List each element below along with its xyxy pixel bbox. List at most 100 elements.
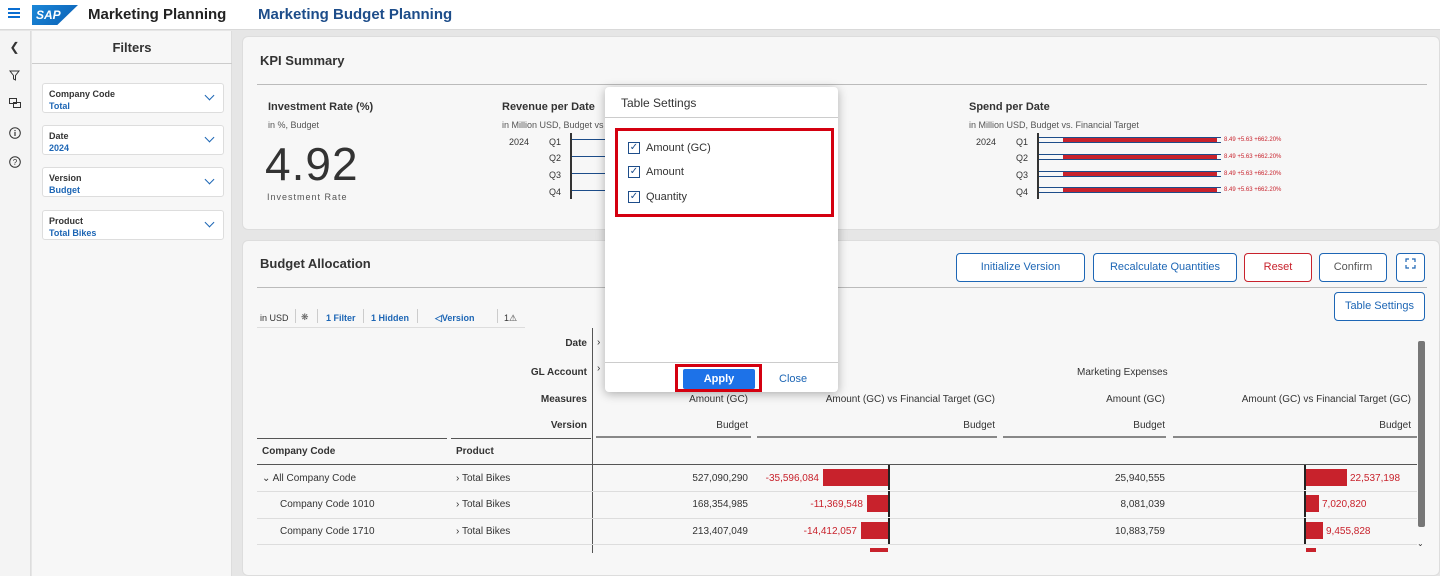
warning-count[interactable]: 1⚠ — [504, 313, 517, 324]
close-button[interactable]: Close — [779, 373, 807, 385]
spend-bar-label: 8.49 +5.63 +662.20% — [1224, 171, 1282, 177]
filter-value: Budget — [49, 185, 80, 195]
filter-value: 2024 — [49, 143, 70, 153]
revenue-q1-label: Q1 — [549, 137, 562, 147]
divider — [451, 438, 591, 439]
spend-q1-label: Q1 — [1016, 137, 1029, 147]
axis-line — [888, 465, 890, 490]
reset-button[interactable]: Reset — [1244, 253, 1312, 282]
menu-icon[interactable] — [8, 8, 20, 18]
page-title: Marketing Budget Planning — [258, 6, 453, 23]
value-cell[interactable]: 527,090,290 — [623, 473, 748, 484]
warning-icon: ⚠ — [509, 313, 518, 323]
filter-date[interactable]: Date 2024 — [42, 125, 224, 155]
table-row[interactable]: ⌄ All Company Code — [262, 473, 356, 484]
divider — [317, 309, 318, 323]
comments-icon[interactable] — [8, 98, 21, 111]
divider — [257, 327, 525, 328]
variance-cell[interactable]: 9,455,828 — [1326, 526, 1371, 537]
filter-product[interactable]: Product Total Bikes — [42, 210, 224, 240]
expand-icon — [1405, 258, 1416, 269]
chevron-right-icon[interactable]: › — [456, 499, 459, 510]
chevron-down-icon[interactable]: ⌄ — [262, 473, 270, 484]
divider — [596, 436, 751, 438]
spend-subtitle: in Million USD, Budget vs. Financial Tar… — [969, 120, 1139, 130]
filter-version[interactable]: Version Budget — [42, 167, 224, 197]
col-measure-3: Amount (GC) — [1106, 394, 1165, 405]
option-label: Amount (GC) — [646, 142, 711, 154]
product-cell-wrap[interactable]: › Total Bikes — [456, 473, 510, 484]
hidden-count-link[interactable]: 1 Hidden — [371, 313, 409, 323]
confirm-button[interactable]: Confirm — [1319, 253, 1387, 282]
spend-bar-q2 — [1039, 154, 1221, 160]
checkbox-amount[interactable]: ✓ — [628, 166, 640, 178]
product-cell-wrap[interactable]: › Total Bikes — [456, 526, 510, 537]
side-rail: ❮ ? — [0, 31, 31, 576]
dim-measures-label: Measures — [540, 394, 587, 405]
fullscreen-button[interactable] — [1396, 253, 1425, 282]
filter-label: Company Code — [49, 89, 116, 99]
value-cell[interactable]: 168,354,985 — [623, 499, 748, 510]
value-cell[interactable]: 10,883,759 — [1023, 526, 1165, 537]
chevron-right-icon[interactable]: › — [456, 526, 459, 537]
col-gl-marketing-expenses: Marketing Expenses — [1077, 367, 1168, 378]
recalculate-quantities-button[interactable]: Recalculate Quantities — [1093, 253, 1237, 282]
chevron-right-icon[interactable]: › — [597, 337, 600, 348]
variance-cell[interactable]: -14,412,057 — [757, 526, 857, 537]
chevron-down-icon[interactable] — [204, 217, 215, 228]
checkbox-quantity[interactable]: ✓ — [628, 191, 640, 203]
filter-company-code[interactable]: Company Code Total — [42, 83, 224, 113]
revenue-bar — [572, 173, 606, 174]
col-version-3: Budget — [1133, 420, 1165, 431]
value-cell[interactable]: 8,081,039 — [1023, 499, 1166, 510]
spend-q4-label: Q4 — [1016, 187, 1029, 197]
checkbox-amount-gc[interactable]: ✓ — [628, 142, 640, 154]
filter-count-link[interactable]: 1 Filter — [326, 313, 356, 323]
revenue-q2-label: Q2 — [549, 153, 562, 163]
filter-label: Product — [49, 216, 84, 226]
hierarchy-icon[interactable]: ❋ — [301, 312, 309, 323]
divider — [605, 117, 838, 118]
initialize-version-button[interactable]: Initialize Version — [956, 253, 1085, 282]
variance-bar — [1306, 469, 1347, 486]
table-settings-button[interactable]: Table Settings — [1334, 292, 1425, 321]
col-version-2: Budget — [963, 420, 995, 431]
info-icon[interactable] — [8, 127, 21, 140]
variance-cell[interactable]: 22,537,198 — [1350, 473, 1400, 484]
divider — [295, 309, 296, 323]
chevron-down-icon[interactable] — [204, 174, 215, 185]
col-measure-2: Amount (GC) vs Financial Target (GC) — [825, 394, 995, 405]
chevron-right-icon[interactable]: › — [597, 363, 600, 374]
filter-icon[interactable] — [8, 70, 21, 83]
vertical-scrollbar[interactable] — [1418, 341, 1425, 527]
chevron-down-icon[interactable] — [204, 132, 215, 143]
apply-button[interactable]: Apply — [683, 369, 755, 389]
col-measure-4: Amount (GC) vs Financial Target (GC) — [1241, 394, 1411, 405]
option-label: Quantity — [646, 191, 687, 203]
divider — [605, 362, 838, 363]
filter-label: Version — [49, 173, 82, 183]
investment-rate-caption: Investment Rate — [267, 192, 348, 202]
chevron-right-icon[interactable]: › — [456, 473, 459, 484]
divider — [257, 287, 1427, 288]
variance-cell[interactable]: -11,369,548 — [763, 499, 863, 510]
company-cell: All Company Code — [272, 473, 356, 484]
filter-panel: Filters Company Code Total Date 2024 Ver… — [32, 31, 232, 576]
col-version-4: Budget — [1379, 420, 1411, 431]
product-cell-wrap[interactable]: › Total Bikes — [456, 499, 510, 510]
chevron-down-icon[interactable] — [204, 90, 215, 101]
value-cell[interactable]: 213,407,049 — [623, 526, 748, 537]
version-link[interactable]: ◁Version — [435, 313, 474, 324]
variance-cell[interactable]: 7,020,820 — [1322, 499, 1367, 510]
scroll-down-icon[interactable]: ⌄ — [1417, 539, 1424, 548]
company-cell[interactable]: Company Code 1010 — [280, 499, 375, 510]
company-cell[interactable]: Company Code 1710 — [280, 526, 375, 537]
variance-bar — [1306, 548, 1316, 552]
product-cell: Total Bikes — [461, 499, 511, 510]
filter-value: Total — [49, 101, 70, 111]
variance-cell[interactable]: -35,596,084 — [733, 473, 819, 484]
variance-bar — [861, 522, 888, 539]
value-cell[interactable]: 25,940,555 — [1023, 473, 1165, 484]
collapse-left-icon[interactable]: ❮ — [8, 41, 21, 54]
help-icon[interactable]: ? — [8, 156, 21, 169]
